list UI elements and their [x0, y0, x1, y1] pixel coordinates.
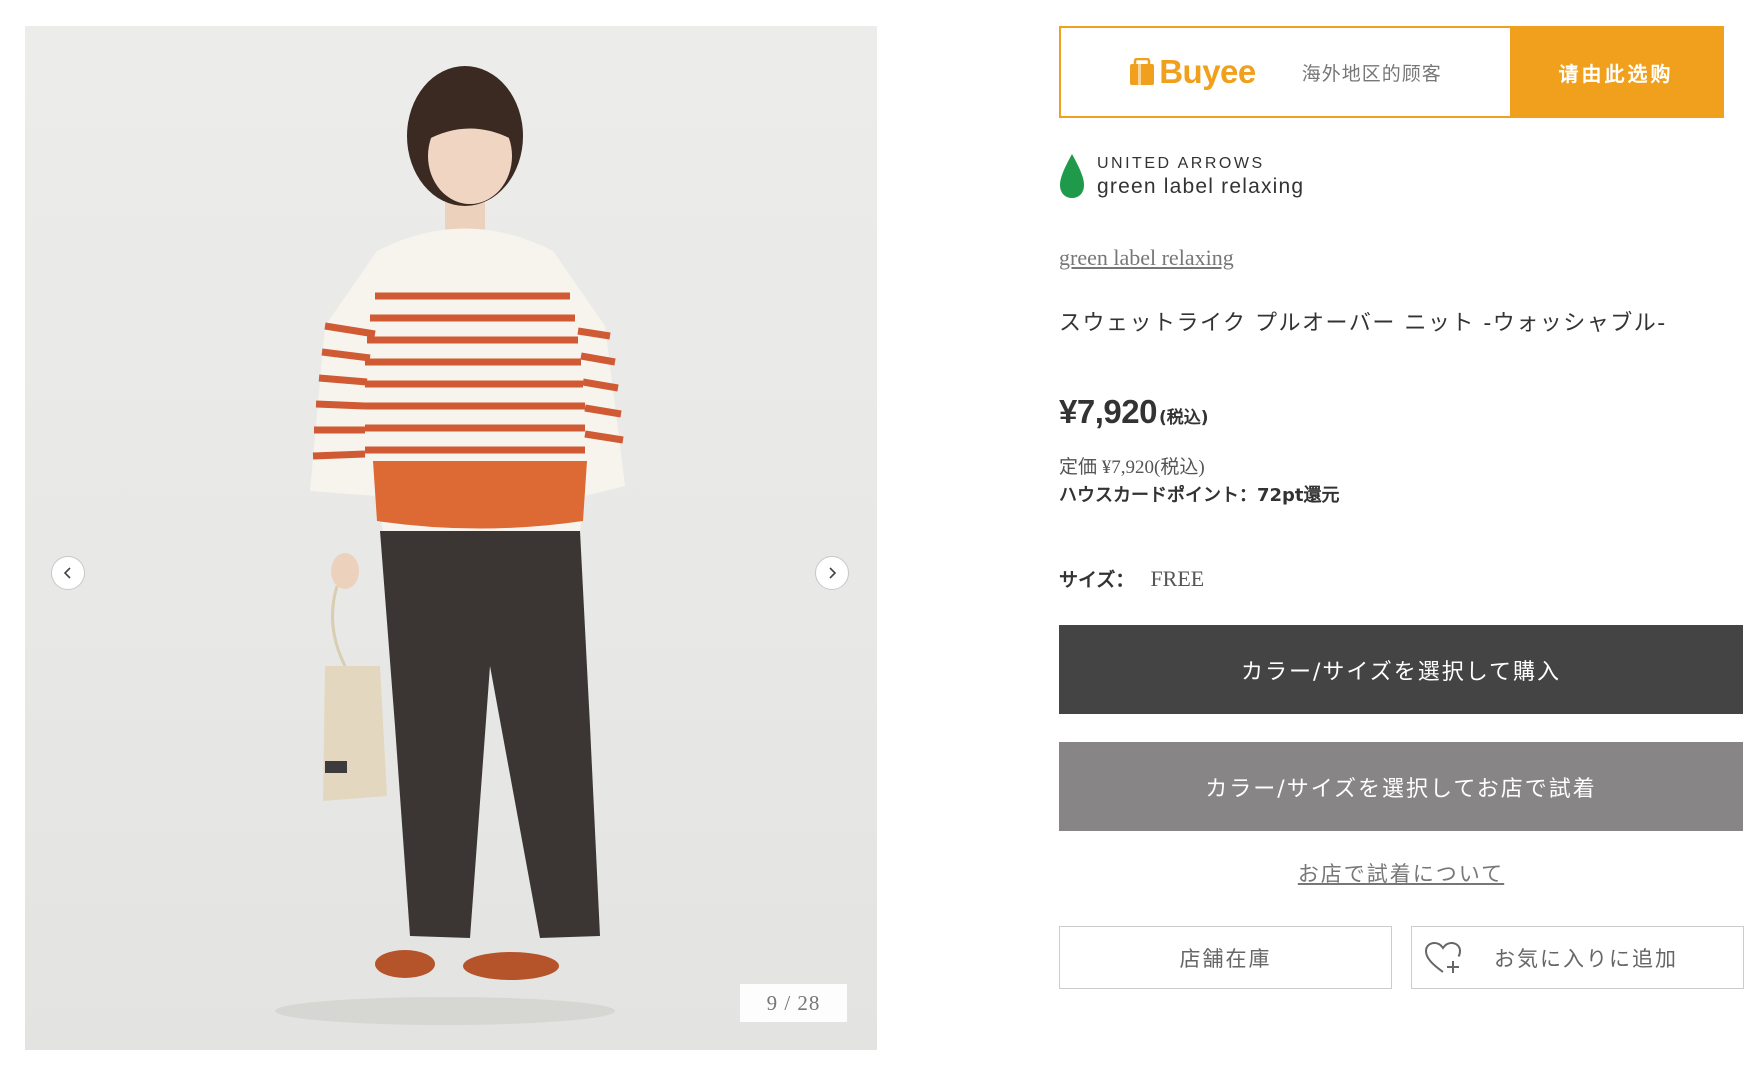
buyee-shop-button[interactable]: 请由此选购 [1510, 28, 1722, 116]
chevron-left-icon [63, 567, 71, 579]
image-counter: 9 / 28 [740, 984, 847, 1022]
buyee-logo-text: Buyee [1159, 53, 1256, 90]
try-in-store-info-link[interactable]: お店で試着について [1059, 858, 1743, 888]
prev-image-button[interactable] [51, 556, 85, 590]
select-and-buy-button[interactable]: カラー/サイズを選択して購入 [1059, 625, 1743, 714]
price-tax-note: (税込) [1158, 408, 1209, 428]
add-to-favorites-button[interactable]: お気に入りに追加 [1411, 926, 1744, 989]
buyee-tagline: 海外地区的顾客 [1301, 62, 1442, 85]
size-label: サイズ： [1059, 569, 1135, 591]
buyee-banner[interactable]: Buyee 海外地区的顾客 请由此选购 [1059, 26, 1724, 118]
heart-plus-icon [1424, 941, 1464, 975]
price-value: ¥7,920 [1059, 393, 1157, 430]
product-image-gallery[interactable]: 9 / 28 [25, 26, 877, 1050]
list-price: 定価 ¥7,920(税込) [1059, 457, 1205, 478]
buyee-info: Buyee 海外地区的顾客 [1061, 28, 1510, 116]
buyee-bag-icon [1130, 58, 1155, 85]
brand-logo-top: UNITED ARROWS [1097, 154, 1265, 172]
next-image-button[interactable] [815, 556, 849, 590]
size-value: FREE [1150, 566, 1205, 591]
add-to-favorites-label: お気に入りに追加 [1494, 946, 1678, 971]
product-title: スウェットライク プルオーバー ニット -ウォッシャブル- [1059, 311, 1667, 336]
size-row: サイズ： FREE [1059, 565, 1204, 592]
product-price: ¥7,920 (税込) [1059, 393, 1208, 431]
brand-logo[interactable]: UNITED ARROWS green label relaxing [1059, 153, 1304, 199]
store-stock-button[interactable]: 店舗在庫 [1059, 926, 1392, 989]
product-photo [275, 66, 625, 1025]
brand-logo-bottom: green label relaxing [1097, 174, 1305, 198]
buyee-logo: Buyee [1129, 53, 1256, 91]
leaf-icon [1060, 154, 1084, 198]
select-and-try-in-store-button[interactable]: カラー/サイズを選択してお店で試着 [1059, 742, 1743, 831]
brand-link[interactable]: green label relaxing [1059, 245, 1234, 271]
chevron-right-icon [829, 567, 837, 579]
house-card-points: ハウスカードポイント：72pt還元 [1059, 485, 1340, 506]
